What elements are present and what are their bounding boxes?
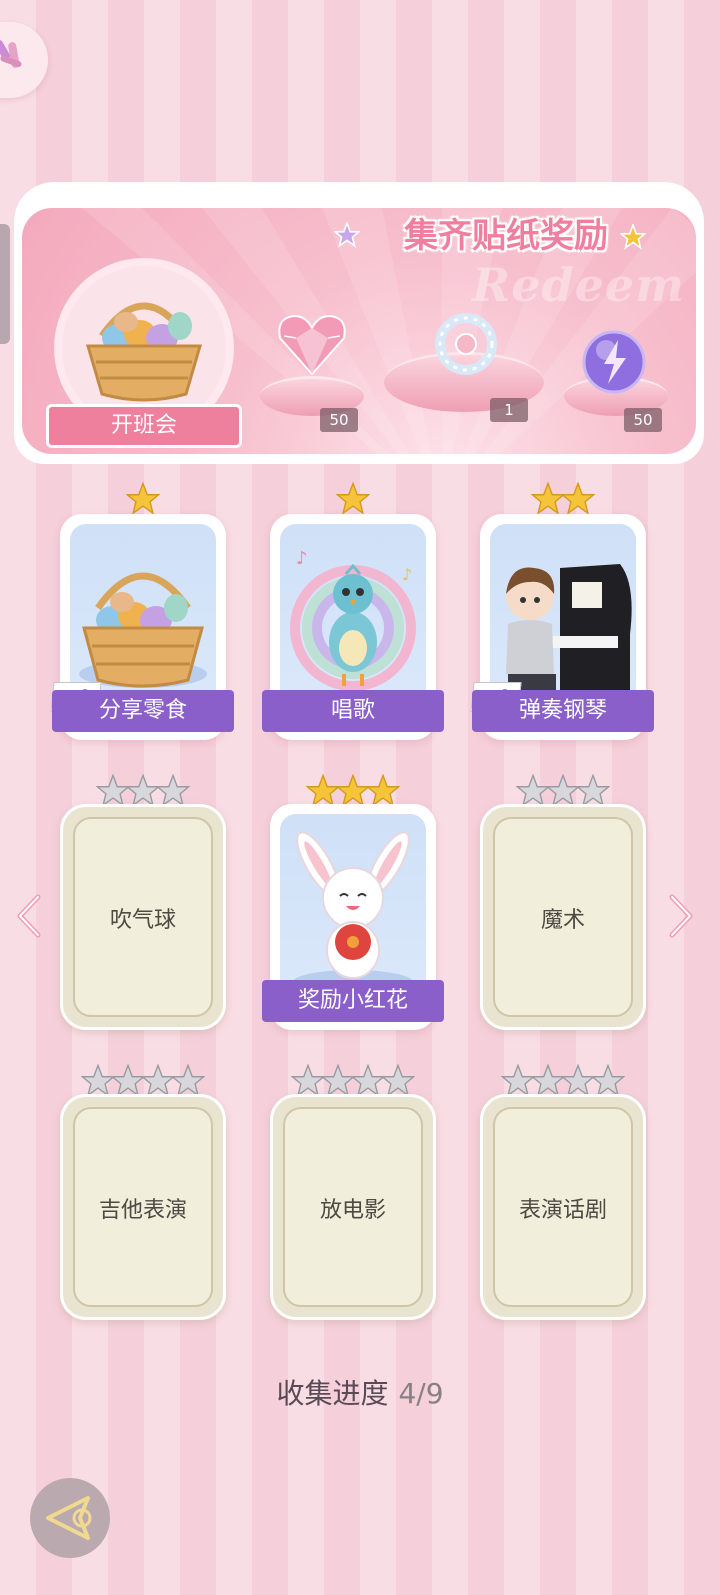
pink-heart-gem-icon [278,314,346,376]
card-label: 分享零食 [52,690,234,732]
gray-star-icon [516,774,550,807]
gray-star-icon [546,774,580,807]
gray-star-icon [321,1064,355,1097]
star-rating [270,482,436,516]
reward-count-3: 50 [624,408,662,432]
star-rating [270,1064,436,1098]
gray-star-icon [381,1064,415,1097]
star-rating [270,774,436,808]
gray-star-icon [111,1064,145,1097]
reward-count-1: 50 [320,408,358,432]
card-label: 魔术 [540,908,585,933]
gold-star-icon [531,482,565,515]
purple-star-icon [334,222,360,248]
gray-star-icon [576,774,610,807]
panel-title: 开班会 [46,404,242,448]
back-arrow-icon [46,1496,92,1540]
gray-star-icon [126,774,160,807]
sticker-reward-banner: 集齐贴纸奖励 [404,216,608,256]
gray-star-icon [141,1064,175,1097]
card-art: ♪ ♪ [280,524,426,710]
gold-star-icon [336,774,370,807]
star-rating [60,482,226,516]
star-rating [60,1064,226,1098]
gold-star-icon [366,774,400,807]
corner-menu-button[interactable] [0,22,48,98]
gray-star-icon [81,1064,115,1097]
card-label: 吉他表演 [98,1198,187,1223]
card-label: 放电影 [319,1198,386,1223]
singing-peacock-icon: ♪ ♪ [290,548,416,691]
sticker-card-drama-locked[interactable]: 表演话剧 [480,1064,646,1320]
gray-star-icon [531,1064,565,1097]
card-label: 唱歌 [262,690,444,732]
gray-star-icon [96,774,130,807]
card-label: 奖励小红花 [262,980,444,1022]
gray-star-icon [501,1064,535,1097]
reward-panel: Redeem 开班会 50 1 50 集齐贴纸奖励 [14,182,704,464]
chevron-left-icon[interactable] [14,893,44,939]
gray-star-icon [561,1064,595,1097]
sticker-card-share-snacks[interactable]: +6 分享零食 [50,482,234,740]
sticker-card-singing[interactable]: ♪ ♪ 唱歌 [262,482,444,740]
gray-star-icon [591,1064,625,1097]
svg-text:♪: ♪ [402,565,412,584]
gray-star-icon [291,1064,325,1097]
svg-text:♪: ♪ [296,548,308,569]
collection-progress: 收集进度 4/9 [0,1372,720,1412]
card-art [280,814,426,1000]
card-label: 表演话剧 [518,1198,607,1223]
card-label: 弹奏钢琴 [472,690,654,732]
gold-star-icon [561,482,595,515]
gray-star-icon [171,1064,205,1097]
gold-star-icon [306,774,340,807]
side-drawer-handle[interactable] [0,224,10,344]
gray-star-icon [156,774,190,807]
star-rating [60,774,226,808]
crystal-bracelet-icon [435,313,497,375]
fan-icon [0,39,22,68]
chevron-right-icon[interactable] [666,893,696,939]
gold-star-icon [126,482,160,515]
star-rating [480,482,646,516]
reward-count-2: 1 [490,398,528,422]
gold-star-icon [336,482,370,515]
sticker-card-piano[interactable]: +6 弹奏钢琴 [470,482,654,740]
card-label: 吹气球 [109,908,176,933]
bunny-red-flower-icon [293,831,413,994]
sticker-card-magic-locked[interactable]: 魔术 [480,774,646,1030]
sticker-card-movie-locked[interactable]: 放电影 [270,1064,436,1320]
star-rating [480,1064,646,1098]
sticker-card-guitar-locked[interactable]: 吉他表演 [60,1064,226,1320]
sticker-card-red-flower[interactable]: 奖励小红花 [262,774,444,1030]
back-button[interactable] [30,1478,110,1558]
star-rating [480,774,646,808]
sticker-card-balloon-locked[interactable]: 吹气球 [60,774,226,1030]
progress-label: 收集进度 [276,1377,389,1410]
progress-value: 4/9 [398,1377,444,1410]
gray-star-icon [351,1064,385,1097]
purple-lightning-orb-icon [582,330,646,394]
